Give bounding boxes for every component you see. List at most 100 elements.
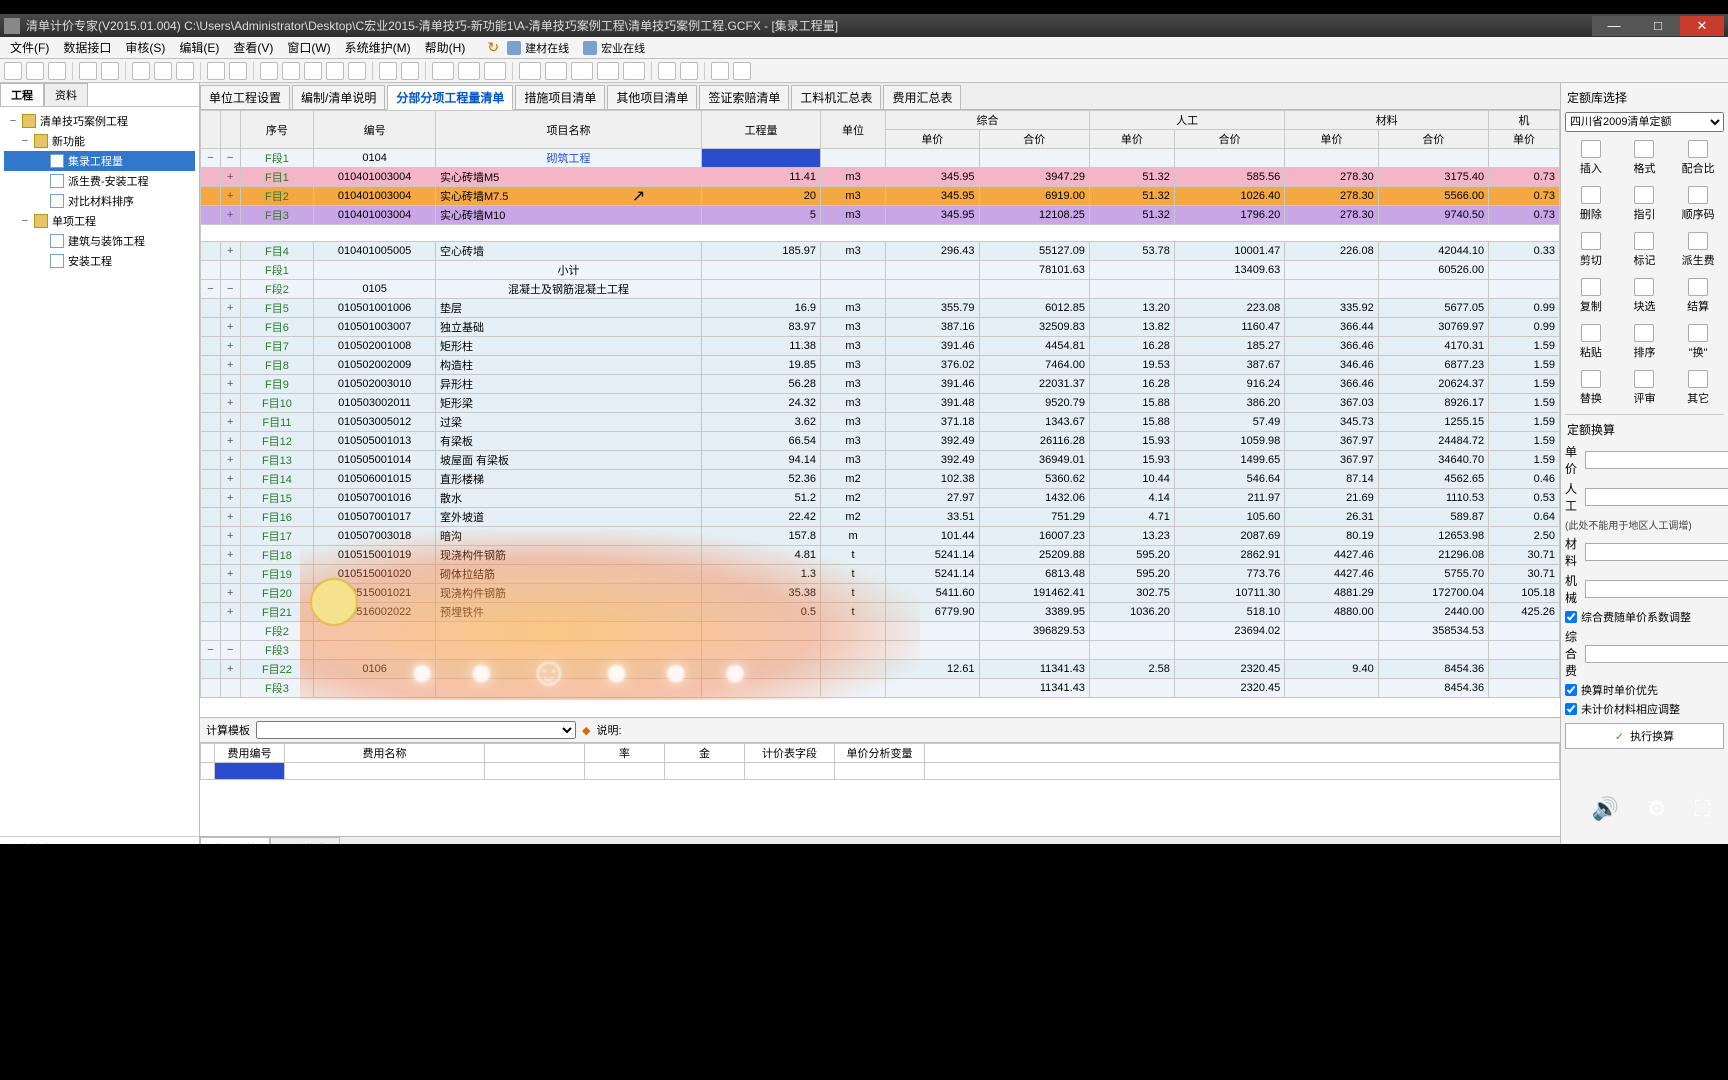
rp-btn-替换[interactable]: 替换 xyxy=(1565,366,1617,410)
tree-duibi[interactable]: 对比材料排序 xyxy=(4,191,195,211)
rp-quota-select[interactable]: 四川省2009清单定额 xyxy=(1565,112,1724,132)
rp-btn-剪切[interactable]: 剪切 xyxy=(1565,228,1617,272)
rp-btn-"换"[interactable]: "换" xyxy=(1672,320,1724,364)
table-row[interactable]: +F目19010515001020砌体拉结筋1.3t5241.146813.48… xyxy=(201,565,1560,584)
table-row[interactable]: +F目5010501001006垫层16.9m3355.796012.8513.… xyxy=(201,299,1560,318)
rp-btn-标记[interactable]: 标记 xyxy=(1619,228,1671,272)
rp-btn-复制[interactable]: 复制 xyxy=(1565,274,1617,318)
hdr-seq[interactable]: 序号 xyxy=(240,111,314,149)
tb-unit-icon[interactable] xyxy=(458,62,480,80)
rp-chk3[interactable] xyxy=(1565,703,1577,715)
sub-cell-selected[interactable] xyxy=(215,763,285,780)
rp-btn-配合比[interactable]: 配合比 xyxy=(1672,136,1724,180)
table-row[interactable]: −−F段3 xyxy=(201,641,1560,660)
hdr-unit[interactable]: 单位 xyxy=(821,111,886,149)
tb-lock-icon[interactable] xyxy=(571,62,593,80)
menu-window[interactable]: 窗口(W) xyxy=(281,37,336,58)
rp-btn-指引[interactable]: 指引 xyxy=(1619,182,1671,226)
hdr-cl[interactable]: 材料 xyxy=(1285,111,1489,130)
tree-newfeature[interactable]: −新功能 xyxy=(4,131,195,151)
rp-btn-粘贴[interactable]: 粘贴 xyxy=(1565,320,1617,364)
tb-open-icon[interactable] xyxy=(26,62,44,80)
link-jiancai[interactable]: 建材在线 xyxy=(501,38,575,58)
refresh-icon[interactable]: ↻ xyxy=(487,39,499,56)
tb-c-icon[interactable] xyxy=(304,62,322,80)
rp-btn-结算[interactable]: 结算 xyxy=(1672,274,1724,318)
hdr-rg[interactable]: 人工 xyxy=(1089,111,1284,130)
tb-b-icon[interactable] xyxy=(282,62,300,80)
tab-unit-setting[interactable]: 单位工程设置 xyxy=(200,85,290,109)
hdr-name[interactable]: 项目名称 xyxy=(435,111,701,149)
rp-btn-排序[interactable]: 排序 xyxy=(1619,320,1671,364)
tb-copy-icon[interactable] xyxy=(154,62,172,80)
hdr-zh[interactable]: 综合 xyxy=(886,111,1090,130)
sub-grid[interactable]: 费用编号 费用名称 率 金 计价表字段 单价分析变量 xyxy=(200,742,1560,836)
link-hongye[interactable]: 宏业在线 xyxy=(577,38,651,58)
table-row[interactable]: F段311341.432320.458454.36 xyxy=(201,679,1560,698)
tb-list-icon[interactable] xyxy=(658,62,676,80)
rp-execute-button[interactable]: ✓执行换算 xyxy=(1565,723,1724,749)
tb-sum-icon[interactable] xyxy=(484,62,506,80)
rp-chk2[interactable] xyxy=(1565,684,1577,696)
table-row[interactable]: +F目7010502001008矩形柱11.38m3391.464454.811… xyxy=(201,337,1560,356)
rp-btn-评审[interactable]: 评审 xyxy=(1619,366,1671,410)
table-row[interactable]: −−F段10104砌筑工程 xyxy=(201,149,1560,168)
tb-grid-icon[interactable] xyxy=(680,62,698,80)
table-row[interactable]: −−F段20105混凝土及钢筋混凝土工程 xyxy=(201,280,1560,299)
sub-hdr-code[interactable]: 费用编号 xyxy=(215,744,285,763)
table-row[interactable]: +F目18010515001019现浇构件钢筋4.81t5241.1425209… xyxy=(201,546,1560,565)
tb-e-icon[interactable] xyxy=(348,62,366,80)
tb-a-icon[interactable] xyxy=(260,62,278,80)
table-row[interactable]: +F目9010502003010异形柱56.28m3391.4622031.37… xyxy=(201,375,1560,394)
hdr-jx[interactable]: 机 xyxy=(1489,111,1560,130)
lefttab-project[interactable]: 工程 xyxy=(0,83,44,106)
tree-anzhuang[interactable]: 安装工程 xyxy=(4,251,195,271)
hdr-code[interactable]: 编号 xyxy=(314,111,436,149)
table-row[interactable]: +F目11010503005012过梁3.62m3371.181343.6715… xyxy=(201,413,1560,432)
tb-rpt-icon[interactable] xyxy=(623,62,645,80)
lefttab-material[interactable]: 资料 xyxy=(44,83,88,106)
table-row[interactable]: F段1小计78101.6313409.6360526.00 xyxy=(201,261,1560,280)
rp-input-rg[interactable] xyxy=(1585,488,1728,506)
maximize-button[interactable]: □ xyxy=(1636,16,1680,36)
tab-compile[interactable]: 编制/清单说明 xyxy=(292,85,385,109)
menu-help[interactable]: 帮助(H) xyxy=(419,37,472,58)
table-row[interactable]: +F目4010401005005空心砖墙185.97m3296.4355127.… xyxy=(201,242,1560,261)
calc-template-select[interactable] xyxy=(256,721,576,739)
tab-measure[interactable]: 措施项目清单 xyxy=(515,85,605,109)
minimize-button[interactable]: — xyxy=(1592,16,1636,36)
table-row[interactable]: +F目8010502002009构造柱19.85m3376.027464.001… xyxy=(201,356,1560,375)
sub-hdr-var[interactable]: 单价分析变量 xyxy=(835,744,925,763)
rp-btn-格式[interactable]: 格式 xyxy=(1619,136,1671,180)
settings-icon[interactable]: ⚙ xyxy=(1647,796,1667,822)
table-row[interactable]: +F目16010507001017室外坡道22.42m233.51751.294… xyxy=(201,508,1560,527)
tb-redo-icon[interactable] xyxy=(101,62,119,80)
sub-hdr-rate[interactable]: 率 xyxy=(585,744,665,763)
tab-fee-sum[interactable]: 费用汇总表 xyxy=(883,85,961,109)
tree-jilu[interactable]: 集录工程量 xyxy=(4,151,195,171)
tb-chk-icon[interactable] xyxy=(597,62,619,80)
tb-paste-icon[interactable] xyxy=(176,62,194,80)
tab-other[interactable]: 其他项目清单 xyxy=(607,85,697,109)
menu-view[interactable]: 查看(V) xyxy=(227,37,279,58)
rp-btn-块选[interactable]: 块选 xyxy=(1619,274,1671,318)
table-row[interactable]: +F目15010507001016散水51.2m227.971432.064.1… xyxy=(201,489,1560,508)
table-row[interactable]: +F目3010401003004实心砖墙M105m3345.9512108.25… xyxy=(201,206,1560,225)
rp-chk1[interactable] xyxy=(1565,611,1577,623)
main-grid[interactable]: 序号 编号 项目名称 工程量 单位 综合 人工 材料 机 单价合价 xyxy=(200,110,1560,717)
rp-input-dj[interactable] xyxy=(1585,451,1728,469)
tree-paisheng[interactable]: 派生费-安装工程 xyxy=(4,171,195,191)
tree-jianzhu[interactable]: 建筑与装饰工程 xyxy=(4,231,195,251)
table-row[interactable]: +F目17010507003018暗沟157.8m101.4416007.231… xyxy=(201,527,1560,546)
close-button[interactable]: ✕ xyxy=(1680,16,1724,36)
sub-hdr-field[interactable]: 计价表字段 xyxy=(745,744,835,763)
table-row[interactable]: +F目13010505001014坡屋面 有梁板94.14m3392.49369… xyxy=(201,451,1560,470)
sub-hdr-amt[interactable]: 金 xyxy=(665,744,745,763)
menu-edit[interactable]: 编辑(E) xyxy=(173,37,225,58)
table-row[interactable]: +F目6010501003007独立基础83.97m3387.1632509.8… xyxy=(201,318,1560,337)
table-row[interactable]: +F目22010612.6111341.432.582320.459.40845… xyxy=(201,660,1560,679)
tb-print2-icon[interactable] xyxy=(733,62,751,80)
rp-btn-插入[interactable]: 插入 xyxy=(1565,136,1617,180)
rp-input-zhf[interactable] xyxy=(1585,645,1728,663)
menu-file[interactable]: 文件(F) xyxy=(4,37,55,58)
